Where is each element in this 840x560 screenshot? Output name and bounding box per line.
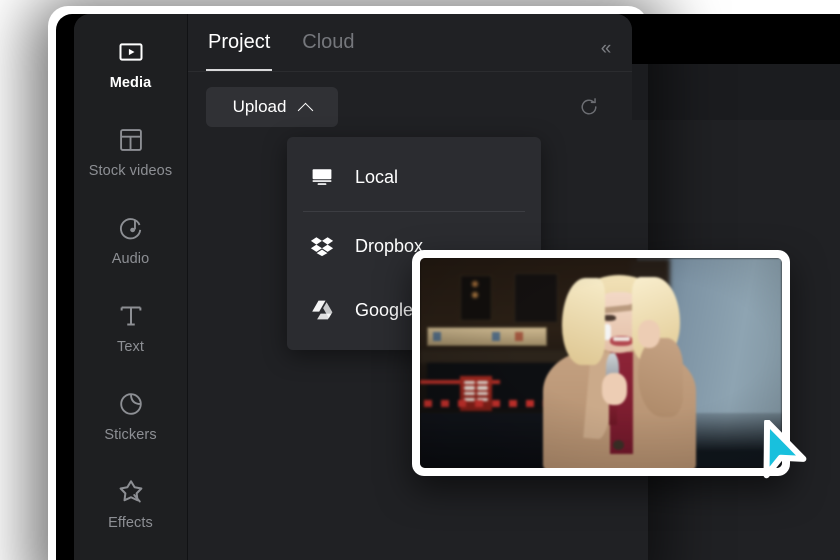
sidebar-item-stickers[interactable]: Stickers xyxy=(74,388,187,476)
sidebar-item-text[interactable]: Text xyxy=(74,300,187,388)
upload-button-label: Upload xyxy=(232,97,287,116)
menu-divider xyxy=(303,211,525,212)
upload-button[interactable]: Upload xyxy=(206,87,338,127)
photo-signboard xyxy=(427,327,547,347)
sidebar-item-label: Media xyxy=(109,75,152,91)
monitor-display-icon xyxy=(309,164,335,190)
sidebar-item-label: Audio xyxy=(111,251,150,267)
media-play-rectangle-icon xyxy=(115,36,147,68)
sidebar-item-label: Text xyxy=(117,339,144,355)
menu-item-label: Dropbox xyxy=(355,235,424,256)
media-thumbnail xyxy=(420,258,782,468)
dragged-media-card[interactable] xyxy=(412,250,790,476)
chevron-up-icon xyxy=(298,102,314,118)
sticker-circle-icon xyxy=(115,388,147,420)
sidebar-item-stock-videos[interactable]: Stock videos xyxy=(74,124,187,212)
chevron-double-left-icon[interactable]: « xyxy=(592,36,618,62)
sidebar-item-media[interactable]: Media xyxy=(74,36,187,124)
refresh-circle-arrow-icon xyxy=(581,98,597,115)
tab-label: Cloud xyxy=(302,31,355,53)
tab-project[interactable]: Project xyxy=(206,31,273,71)
music-note-circle-icon xyxy=(115,212,147,244)
screenshot-root: Media Stock videos Audio Text Stickers E… xyxy=(0,0,840,560)
text-t-icon xyxy=(115,300,147,332)
panel-tabbar: Project Cloud « xyxy=(188,14,632,72)
dropbox-icon xyxy=(309,233,335,259)
menu-item-local[interactable]: Local xyxy=(287,145,541,209)
google-drive-icon xyxy=(309,297,335,323)
tab-label: Project xyxy=(208,31,271,53)
collapse-glyph: « xyxy=(600,38,611,59)
menu-item-label: Local xyxy=(355,166,399,187)
sidebar-item-audio[interactable]: Audio xyxy=(74,212,187,300)
refresh-button[interactable] xyxy=(576,94,602,120)
magic-star-icon xyxy=(115,476,147,508)
sidebar-item-label: Stickers xyxy=(104,427,157,443)
layout-grid-icon xyxy=(115,124,147,156)
panel-toolbar: Upload xyxy=(188,72,632,142)
tab-cloud[interactable]: Cloud xyxy=(300,31,356,70)
sidebar-item-label: Effects xyxy=(108,515,153,531)
sidebar-item-label: Stock videos xyxy=(88,163,173,179)
arrow-pointer-cursor xyxy=(746,418,812,486)
left-nav-rail: Media Stock videos Audio Text Stickers E… xyxy=(74,14,188,560)
photo-subject xyxy=(539,271,698,468)
sidebar-item-effects[interactable]: Effects xyxy=(74,476,187,560)
